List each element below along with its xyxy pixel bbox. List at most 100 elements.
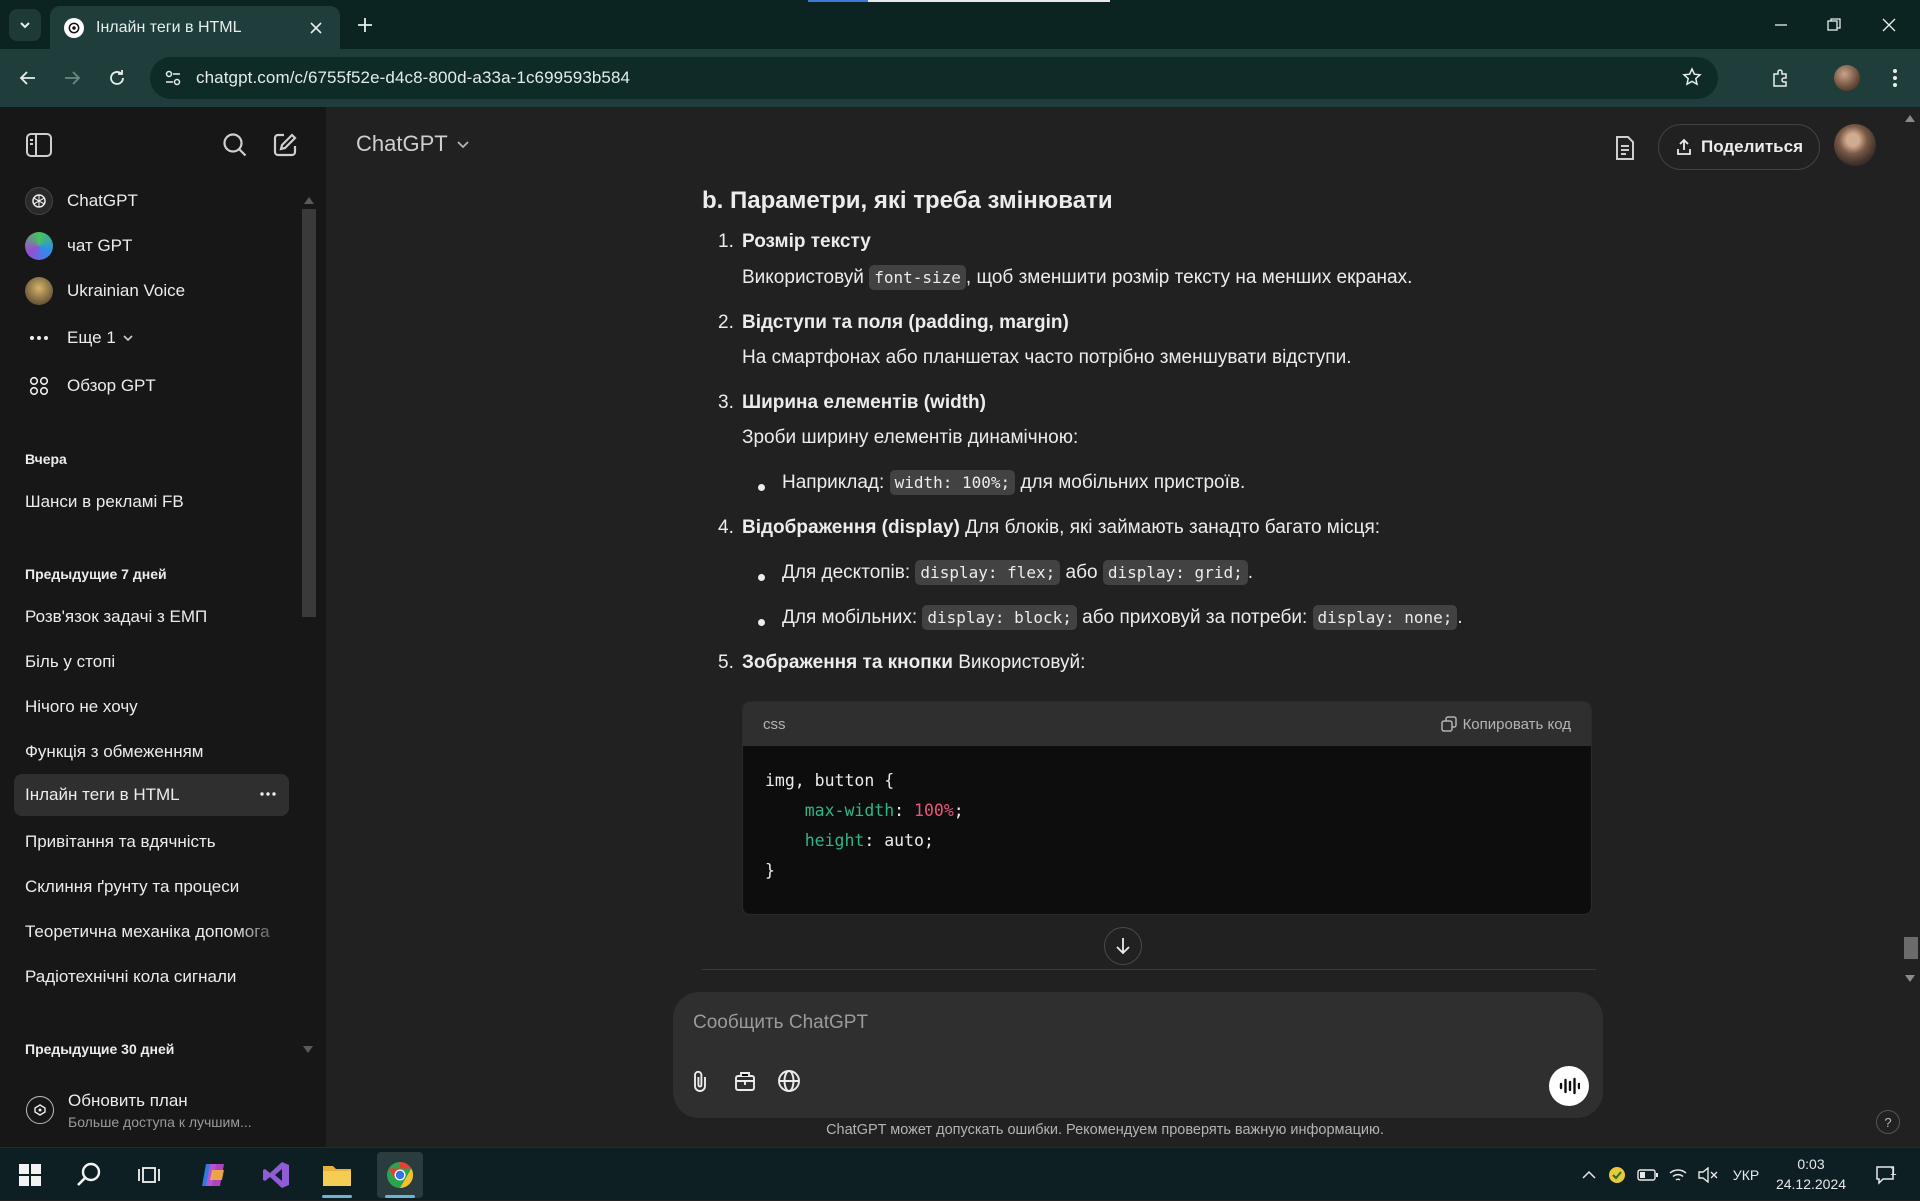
bullet-dot xyxy=(758,574,765,581)
gpt-avatar-icon xyxy=(25,232,53,260)
chat-scrollbar[interactable] xyxy=(1900,107,1920,987)
close-window-button[interactable] xyxy=(1860,0,1918,49)
reload-icon xyxy=(110,70,124,85)
chat-item[interactable]: Біль у стопі xyxy=(14,641,289,683)
tab-search-button[interactable] xyxy=(9,9,41,41)
toggle-sidebar-button[interactable] xyxy=(23,129,55,161)
user-avatar[interactable] xyxy=(1834,124,1876,166)
explore-gpts-button[interactable]: Обзор GPT xyxy=(14,366,290,406)
web-search-button[interactable] xyxy=(774,1066,804,1096)
chat-item[interactable]: Склиння ґрунту та процеси xyxy=(14,866,289,908)
security-tray-icon[interactable] xyxy=(1604,1148,1630,1201)
message-composer[interactable]: Сообщить ChatGPT xyxy=(673,992,1603,1118)
arrow-left-icon xyxy=(19,71,35,85)
chat-item[interactable]: Радіотехнічні кола сигнали xyxy=(14,956,289,998)
scroll-down-arrow-icon[interactable] xyxy=(1905,975,1915,983)
kebab-menu-icon xyxy=(1893,69,1897,87)
clock[interactable]: 0:03 24.12.2024 xyxy=(1770,1154,1852,1194)
share-button[interactable]: Поделиться xyxy=(1658,124,1820,170)
extensions-button[interactable] xyxy=(1766,63,1796,93)
wifi-icon[interactable] xyxy=(1664,1148,1692,1201)
chat-item[interactable]: Привітання та вдячність xyxy=(14,821,289,863)
search-chats-button[interactable] xyxy=(219,129,251,161)
back-button[interactable] xyxy=(13,63,43,93)
disclaimer-text: ChatGPT может допускать ошибки. Рекоменд… xyxy=(826,1122,1384,1138)
bullet-dot xyxy=(758,619,765,626)
scroll-to-bottom-button[interactable] xyxy=(1104,927,1142,965)
folder-icon xyxy=(323,1166,351,1186)
sidebar-scrollbar[interactable] xyxy=(300,197,318,617)
copy-code-button[interactable]: Копировать код xyxy=(1440,716,1571,733)
chat-item[interactable]: Теоретична механіка допомога xyxy=(14,911,289,953)
voice-mode-button[interactable] xyxy=(1549,1066,1589,1106)
site-info-icon[interactable] xyxy=(164,69,182,87)
copy-icon xyxy=(1440,716,1457,732)
new-tab-button[interactable] xyxy=(352,12,378,38)
battery-icon[interactable] xyxy=(1634,1148,1662,1201)
plus-icon xyxy=(358,18,372,32)
search-icon xyxy=(223,133,247,157)
bookmark-star-icon[interactable] xyxy=(1682,67,1702,87)
visual-studio-app[interactable] xyxy=(253,1152,299,1198)
inline-code: width: 100%; xyxy=(889,470,1016,495)
list-item-text: Зроби ширину елементів динамічною: xyxy=(742,427,1079,448)
restore-window-button[interactable] xyxy=(1805,0,1863,49)
scroll-down-arrow-icon[interactable] xyxy=(303,1046,313,1054)
scroll-up-arrow-icon[interactable] xyxy=(304,197,314,205)
forward-button[interactable] xyxy=(57,63,87,93)
chat-item-active[interactable]: Інлайн теги в HTML xyxy=(14,774,289,816)
chat-options-icon[interactable] xyxy=(259,784,277,804)
help-button[interactable]: ? xyxy=(1876,1110,1900,1134)
copilot-app[interactable] xyxy=(190,1152,236,1198)
copilot-icon xyxy=(202,1164,224,1186)
minimize-window-button[interactable] xyxy=(1752,0,1810,49)
chat-item[interactable]: Функція з обмеженням xyxy=(14,731,289,773)
gpt-item-ukrainian-voice[interactable]: Ukrainian Voice xyxy=(14,271,290,311)
code-language-label: css xyxy=(763,715,786,733)
task-view-button[interactable] xyxy=(126,1152,172,1198)
scroll-up-arrow-icon[interactable] xyxy=(1905,115,1915,123)
bullet-text: Наприклад: width: 100%; для мобільних пр… xyxy=(782,470,1246,495)
notifications-button[interactable]: 1 xyxy=(1866,1148,1906,1201)
browser-menu-button[interactable] xyxy=(1880,63,1910,93)
profile-avatar[interactable] xyxy=(1832,63,1862,93)
code-block-header: css Копировать код xyxy=(743,702,1591,746)
chrome-app[interactable] xyxy=(377,1152,423,1198)
list-item-title: Ширина елементів (width) xyxy=(742,392,986,413)
file-explorer-app[interactable] xyxy=(314,1152,360,1198)
restore-icon xyxy=(1827,17,1841,31)
gpt-item-chatgpt[interactable]: ChatGPT xyxy=(14,181,290,221)
start-button[interactable] xyxy=(7,1152,53,1198)
tools-button[interactable] xyxy=(730,1066,760,1096)
bullet-dot xyxy=(758,484,765,491)
address-bar[interactable]: chatgpt.com/c/6755f52e-d4c8-800d-a33a-1c… xyxy=(150,57,1718,99)
gpt-item-chat-gpt[interactable]: чат GPT xyxy=(14,226,290,266)
model-selector[interactable]: ChatGPT xyxy=(356,131,470,157)
document-icon xyxy=(1616,136,1634,160)
close-tab-icon[interactable] xyxy=(306,18,326,38)
new-chat-button[interactable] xyxy=(269,129,301,161)
bullet-text: Для мобільних: display: block; або прихо… xyxy=(782,605,1463,630)
list-item-text: Відображення (display) Для блоків, які з… xyxy=(742,517,1381,538)
canvas-doc-button[interactable] xyxy=(1608,131,1642,165)
reload-button[interactable] xyxy=(102,63,132,93)
chat-item[interactable]: Розв'язок задачі з ЕМП xyxy=(14,596,289,638)
arrow-down-icon xyxy=(1116,938,1130,955)
input-language[interactable]: УКР xyxy=(1726,1148,1766,1201)
section-yesterday: Вчера xyxy=(25,451,67,467)
upgrade-plan-button[interactable]: Обновить план Больше доступа к лучшим... xyxy=(14,1082,304,1138)
attach-button[interactable] xyxy=(685,1066,715,1096)
more-gpts-button[interactable]: Еще 1 xyxy=(14,318,290,358)
browser-tab-active[interactable]: Інлайн теги в HTML xyxy=(50,6,340,49)
list-number: 5. xyxy=(718,652,734,673)
show-hidden-icons-button[interactable] xyxy=(1576,1148,1602,1201)
section-previous-7-days: Предыдущие 7 дней xyxy=(25,566,167,582)
chat-item[interactable]: Шанси в рекламі FB xyxy=(14,481,289,523)
volume-muted-icon[interactable] xyxy=(1694,1148,1722,1201)
message-input[interactable]: Сообщить ChatGPT xyxy=(693,1012,868,1034)
chat-item[interactable]: Нічого не хочу xyxy=(14,686,289,728)
visual-studio-icon xyxy=(263,1162,289,1188)
chrome-icon xyxy=(387,1161,414,1189)
windows-taskbar: УКР 0:03 24.12.2024 1 xyxy=(0,1147,1920,1200)
taskbar-search-button[interactable] xyxy=(66,1152,112,1198)
